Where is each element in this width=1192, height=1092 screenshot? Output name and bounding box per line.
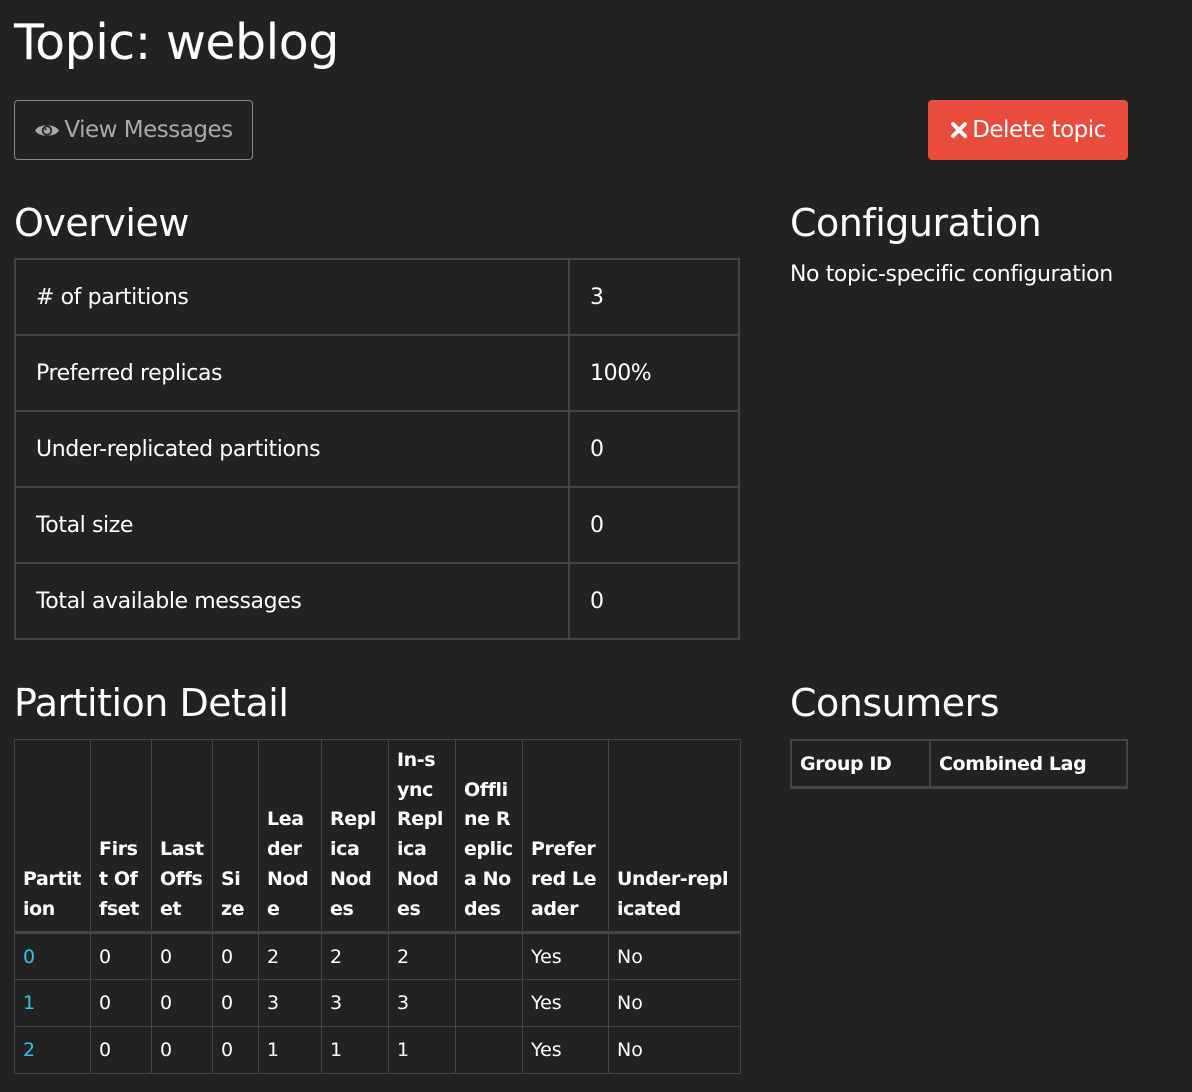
- table-cell: 2: [321, 932, 389, 981]
- table-cell: [455, 1026, 523, 1075]
- table-cell: 3: [388, 979, 456, 1028]
- table-cell: 0: [90, 1026, 152, 1075]
- column-header: In-sync Replica Nodes: [388, 738, 456, 934]
- table-row: 1 0 0 0 3 3 3 Yes No: [14, 979, 741, 1028]
- column-header: First Offset: [90, 738, 152, 934]
- table-cell: 0: [212, 979, 259, 1028]
- close-icon: [950, 121, 968, 139]
- table-row: 2 0 0 0 1 1 1 Yes No: [14, 1026, 741, 1075]
- partition-cell: 0: [14, 932, 91, 981]
- partition-cell: 1: [14, 979, 91, 1028]
- overview-table: # of partitions 3 Preferred replicas 100…: [14, 258, 740, 640]
- table-cell: 0: [90, 932, 152, 981]
- table-cell: Yes: [522, 1026, 609, 1075]
- table-row: Preferred replicas 100%: [14, 334, 740, 412]
- view-messages-button[interactable]: View Messages: [14, 100, 253, 160]
- column-header: Preferred Leader: [522, 738, 609, 934]
- table-cell: [455, 979, 523, 1028]
- column-header: Under-replicated: [608, 738, 741, 934]
- column-header: Last Offset: [151, 738, 213, 934]
- column-header: Partition: [14, 738, 91, 934]
- view-messages-label: View Messages: [64, 117, 233, 143]
- consumers-table: Group ID Combined Lag: [790, 739, 1128, 789]
- column-header: Group ID: [790, 739, 931, 789]
- table-cell: 1: [258, 1026, 322, 1075]
- overview-label: Preferred replicas: [14, 334, 570, 412]
- column-header: Size: [212, 738, 259, 934]
- overview-label: # of partitions: [14, 258, 570, 336]
- table-cell: Yes: [522, 932, 609, 981]
- table-cell: No: [608, 1026, 741, 1075]
- overview-value: 3: [568, 258, 740, 336]
- eye-icon: [34, 122, 60, 139]
- table-cell: 0: [151, 932, 213, 981]
- column-header: Offline Replica Nodes: [455, 738, 523, 934]
- partition-detail-heading: Partition Detail: [14, 681, 289, 725]
- table-row: Total available messages 0: [14, 562, 740, 640]
- table-cell: [455, 932, 523, 981]
- table-cell: 1: [388, 1026, 456, 1075]
- partition-link[interactable]: 1: [23, 992, 35, 1014]
- overview-value: 0: [568, 486, 740, 564]
- overview-value: 0: [568, 562, 740, 640]
- table-cell: 1: [321, 1026, 389, 1075]
- table-cell: No: [608, 932, 741, 981]
- overview-label: Total size: [14, 486, 570, 564]
- overview-value: 0: [568, 410, 740, 488]
- configuration-text: No topic-specific configuration: [790, 262, 1113, 287]
- table-header-row: Group ID Combined Lag: [790, 739, 1128, 789]
- delete-topic-button[interactable]: Delete topic: [928, 100, 1128, 160]
- consumers-heading: Consumers: [790, 681, 1000, 725]
- table-cell: Yes: [522, 979, 609, 1028]
- table-row: 0 0 0 0 2 2 2 Yes No: [14, 932, 741, 981]
- overview-heading: Overview: [14, 201, 189, 245]
- delete-topic-label: Delete topic: [972, 117, 1106, 143]
- table-cell: 0: [212, 932, 259, 981]
- configuration-heading: Configuration: [790, 201, 1042, 245]
- column-header: Leader Node: [258, 738, 322, 934]
- table-cell: No: [608, 979, 741, 1028]
- overview-label: Under-replicated partitions: [14, 410, 570, 488]
- partition-link[interactable]: 0: [23, 946, 35, 968]
- table-cell: 0: [212, 1026, 259, 1075]
- table-row: Total size 0: [14, 486, 740, 564]
- table-cell: 3: [258, 979, 322, 1028]
- table-cell: 2: [258, 932, 322, 981]
- partition-table: Partition First Offset Last Offset Size …: [14, 738, 741, 1075]
- table-row: # of partitions 3: [14, 258, 740, 336]
- table-cell: 0: [90, 979, 152, 1028]
- table-cell: 0: [151, 1026, 213, 1075]
- table-row: Under-replicated partitions 0: [14, 410, 740, 488]
- table-cell: 0: [151, 979, 213, 1028]
- table-header-row: Partition First Offset Last Offset Size …: [14, 738, 741, 934]
- column-header: Replica Nodes: [321, 738, 389, 934]
- overview-value: 100%: [568, 334, 740, 412]
- table-cell: 3: [321, 979, 389, 1028]
- page-title: Topic: weblog: [14, 14, 339, 71]
- overview-label: Total available messages: [14, 562, 570, 640]
- table-cell: 2: [388, 932, 456, 981]
- partition-cell: 2: [14, 1026, 91, 1075]
- partition-link[interactable]: 2: [23, 1039, 35, 1061]
- column-header: Combined Lag: [929, 739, 1128, 789]
